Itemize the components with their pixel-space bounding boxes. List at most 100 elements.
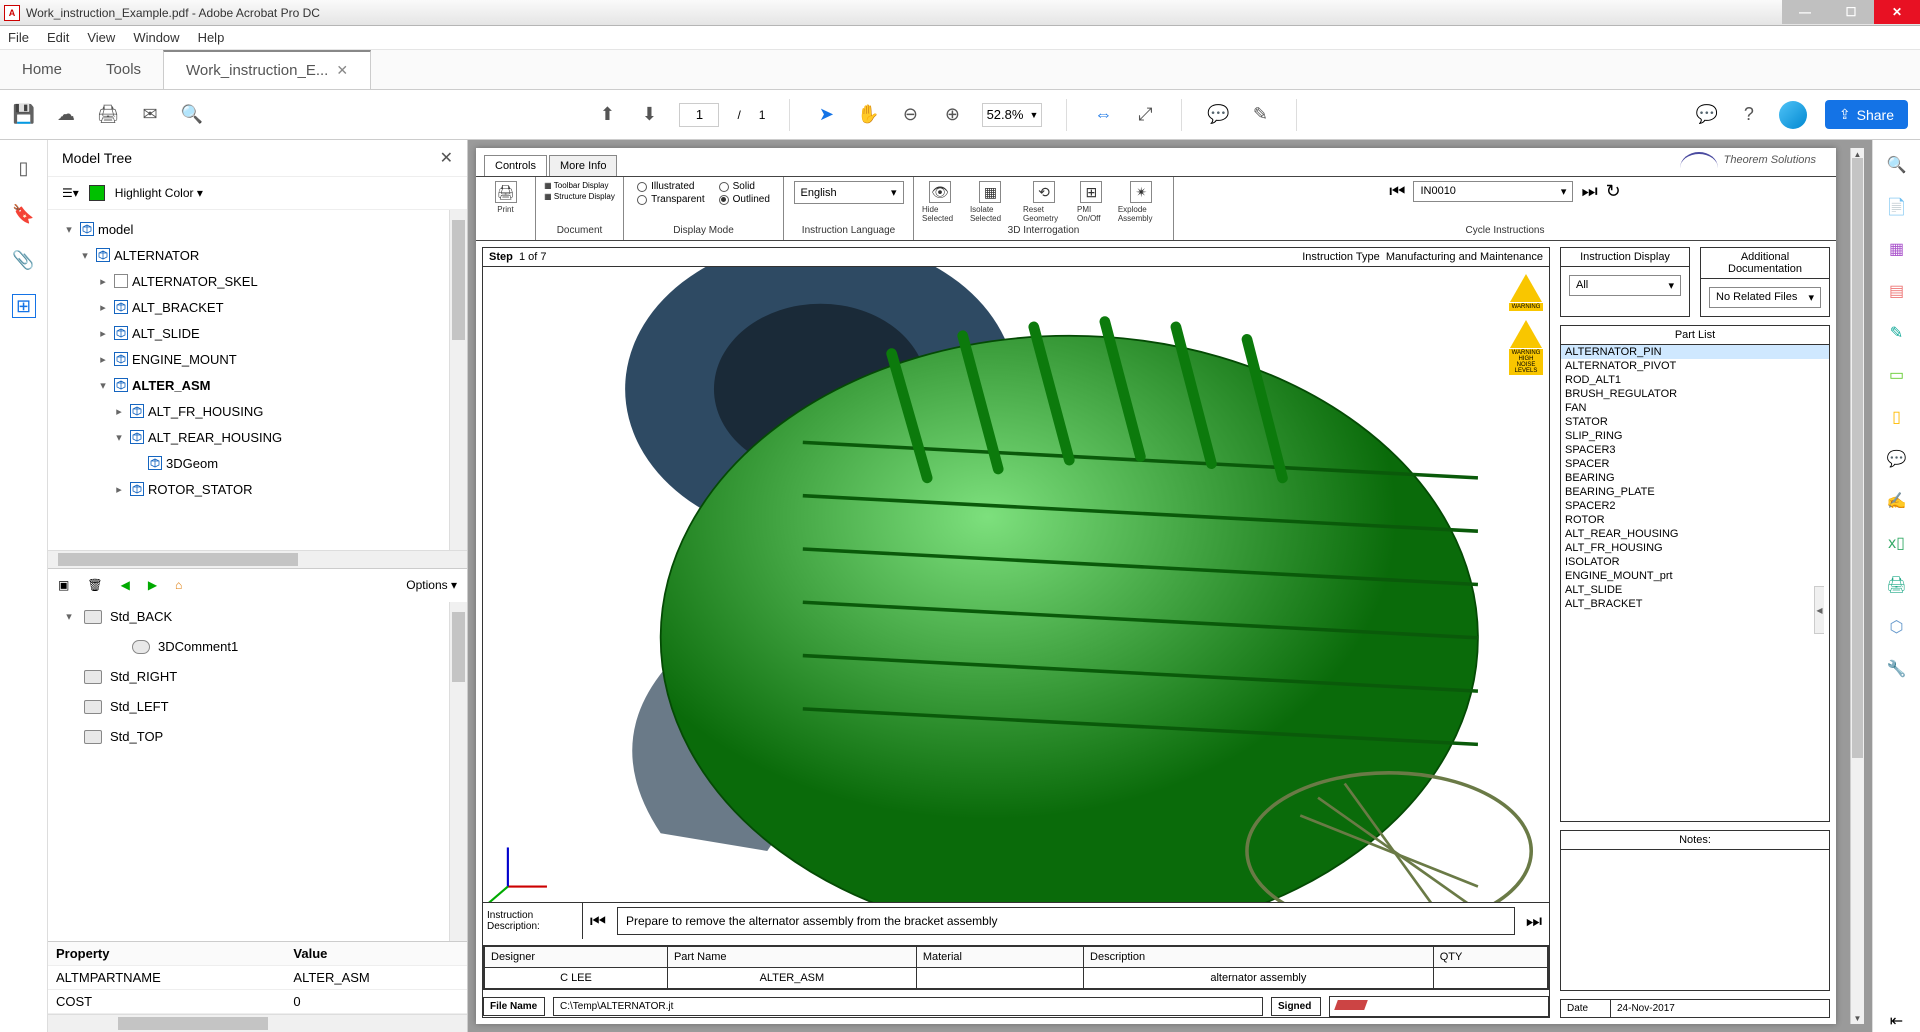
cycle-select[interactable]: IN0010▾ [1413, 181, 1573, 202]
tree-item[interactable]: ▾ALTER_ASM [48, 372, 467, 398]
tab-close-icon[interactable]: ✕ [336, 62, 348, 79]
cycle-reset-icon[interactable]: ↻ [1606, 181, 1621, 202]
part-list-item[interactable]: ROD_ALT1 [1561, 373, 1829, 387]
add-view-icon[interactable]: ▣ [58, 578, 69, 592]
tree-hscroll[interactable] [48, 550, 467, 568]
tree-item[interactable]: ▸ALTERNATOR_SKEL [48, 268, 467, 294]
hand-icon[interactable]: ✋ [856, 103, 880, 127]
export-excel-icon[interactable]: x▯ [1886, 532, 1908, 554]
comment-icon[interactable]: 💬 [1206, 103, 1230, 127]
avatar[interactable] [1779, 101, 1807, 129]
interrog-hide-selected[interactable]: 👁Hide Selected [922, 181, 958, 223]
part-list-item[interactable]: ALT_FR_HOUSING [1561, 541, 1829, 555]
email-icon[interactable]: ✉ [138, 103, 162, 127]
part-list[interactable]: ALTERNATOR_PINALTERNATOR_PIVOTROD_ALT1BR… [1561, 345, 1829, 821]
organize-icon[interactable]: ▯ [1886, 406, 1908, 428]
tree-twisty[interactable]: ▸ [96, 327, 110, 340]
pdf-tab-controls[interactable]: Controls [484, 155, 547, 176]
search-icon[interactable]: 🔍 [180, 103, 204, 127]
expand-rail-icon[interactable]: ⇤ [1886, 1010, 1908, 1032]
tree-twisty[interactable]: ▸ [96, 301, 110, 314]
highlight-color-swatch[interactable] [89, 185, 105, 201]
fit-page-icon[interactable]: ⤢ [1133, 103, 1157, 127]
interrog-explode-assembly[interactable]: ✴Explode Assembly [1118, 181, 1165, 223]
zoom-in-icon[interactable]: ⊕ [940, 103, 964, 127]
tree-scrollbar[interactable] [449, 210, 467, 550]
part-list-item[interactable]: ENGINE_MOUNT_prt [1561, 569, 1829, 583]
highlight-color-label[interactable]: Highlight Color ▾ [115, 186, 203, 200]
nav-left-icon[interactable]: ◀ [121, 578, 130, 592]
protect-icon[interactable]: ⬡ [1886, 616, 1908, 638]
tree-item[interactable]: ▾model [48, 216, 467, 242]
maximize-button[interactable]: ☐ [1828, 0, 1874, 24]
help-icon[interactable]: ? [1737, 103, 1761, 127]
page-up-icon[interactable]: ⬆ [595, 103, 619, 127]
home-icon[interactable]: ⌂ [175, 578, 182, 592]
fill-sign-icon[interactable]: ▭ [1886, 364, 1908, 386]
views-scrollbar[interactable] [449, 602, 467, 942]
page-number-input[interactable] [679, 103, 719, 127]
language-select[interactable]: English▾ [794, 181, 904, 204]
view-item[interactable]: Std_TOP [48, 722, 467, 752]
list-style-icon[interactable]: ☰▾ [62, 186, 79, 200]
comment-tool-icon[interactable]: 💬 [1886, 448, 1908, 470]
tree-twisty[interactable]: ▾ [112, 431, 126, 444]
minimize-button[interactable]: — [1782, 0, 1828, 24]
mode-illustrated[interactable]: Illustrated [637, 181, 705, 192]
export-pdf-icon[interactable]: 📄 [1886, 196, 1908, 218]
props-hscroll[interactable] [48, 1014, 467, 1032]
zoom-out-icon[interactable]: ⊖ [898, 103, 922, 127]
part-list-item[interactable]: ROTOR [1561, 513, 1829, 527]
notes-area[interactable] [1561, 850, 1829, 990]
pdf-tab-more-info[interactable]: More Info [549, 155, 617, 176]
edit-pdf-icon[interactable]: ▤ [1886, 280, 1908, 302]
tree-twisty[interactable]: ▸ [96, 353, 110, 366]
pointer-icon[interactable]: ➤ [814, 103, 838, 127]
tab-tools[interactable]: Tools [84, 50, 163, 89]
print-icon[interactable]: 🖨 [96, 103, 120, 127]
zoom-level[interactable]: 52.8%▼ [982, 103, 1042, 127]
delete-view-icon[interactable]: 🗑 [87, 578, 102, 592]
part-list-item[interactable]: ALT_BRACKET [1561, 597, 1829, 611]
bookmarks-icon[interactable]: 🔖 [12, 202, 36, 226]
page-down-icon[interactable]: ⬇ [637, 103, 661, 127]
request-sign-icon[interactable]: ✎ [1886, 322, 1908, 344]
tree-item[interactable]: 3DGeom [48, 450, 467, 476]
view-item[interactable]: Std_LEFT [48, 692, 467, 722]
print-tool-icon[interactable]: 🖨 [1886, 574, 1908, 596]
tree-twisty[interactable]: ▸ [96, 275, 110, 288]
menu-edit[interactable]: Edit [47, 30, 69, 45]
tree-item[interactable]: ▾ALTERNATOR [48, 242, 467, 268]
sign-tool-icon[interactable]: ✍ [1886, 490, 1908, 512]
interrog-pmi-on/off[interactable]: ⊞PMI On/Off [1077, 181, 1106, 223]
close-button[interactable]: ✕ [1874, 0, 1920, 24]
tree-twisty[interactable]: ▾ [78, 249, 92, 262]
view-item[interactable]: Std_RIGHT [48, 662, 467, 692]
tab-home[interactable]: Home [0, 50, 84, 89]
mode-outlined[interactable]: Outlined [719, 194, 770, 205]
tree-item[interactable]: ▸ALT_SLIDE [48, 320, 467, 346]
panel-close-icon[interactable]: ✕ [440, 148, 453, 168]
sign-icon[interactable]: ✎ [1248, 103, 1272, 127]
mode-solid[interactable]: Solid [719, 181, 770, 192]
tree-item[interactable]: ▸ROTOR_STATOR [48, 476, 467, 502]
menu-view[interactable]: View [87, 30, 115, 45]
model-tree-icon[interactable]: ⊞ [12, 294, 36, 318]
part-list-item[interactable]: STATOR [1561, 415, 1829, 429]
more-tools-icon[interactable]: 🔧 [1886, 658, 1908, 680]
cloud-icon[interactable]: ☁ [54, 103, 78, 127]
part-list-item[interactable]: ALTERNATOR_PIN [1561, 345, 1829, 359]
part-list-item[interactable]: SPACER2 [1561, 499, 1829, 513]
nav-right-icon[interactable]: ▶ [148, 578, 157, 592]
interrog-isolate-selected[interactable]: ▦Isolate Selected [970, 181, 1011, 223]
part-list-item[interactable]: SPACER3 [1561, 443, 1829, 457]
attachments-icon[interactable]: 📎 [12, 248, 36, 272]
toolbar-display-toggle[interactable]: ▦ Toolbar Display [544, 181, 608, 190]
cycle-last-icon[interactable]: ⏭ [1581, 181, 1597, 202]
tree-item[interactable]: ▸ALT_FR_HOUSING [48, 398, 467, 424]
part-list-item[interactable]: BRUSH_REGULATOR [1561, 387, 1829, 401]
mode-transparent[interactable]: Transparent [637, 194, 705, 205]
desc-prev-icon[interactable]: ⏮ [583, 903, 613, 939]
tree-twisty[interactable]: ▸ [112, 405, 126, 418]
3d-viewport[interactable]: WARNING WARNING HIGH NOISE LEVELS [483, 267, 1549, 902]
